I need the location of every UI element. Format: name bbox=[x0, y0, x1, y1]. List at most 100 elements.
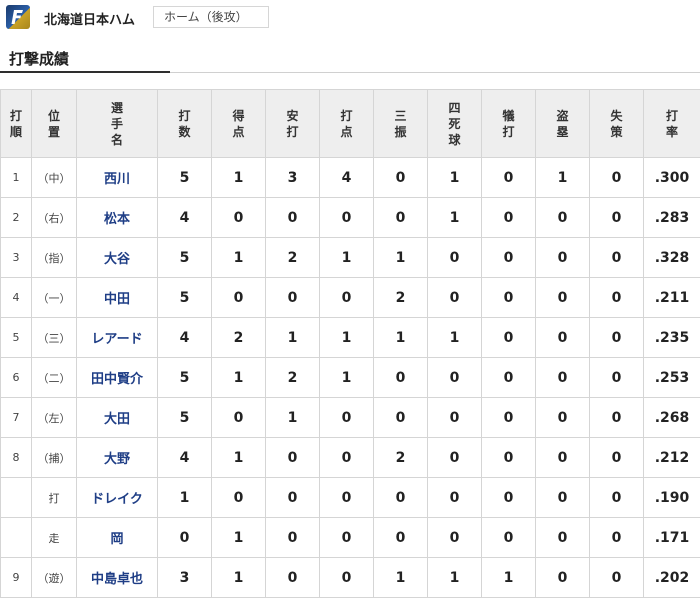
at-bats-cell: 4 bbox=[157, 317, 212, 358]
errors-cell: 0 bbox=[589, 517, 644, 558]
sacrifice-cell: 0 bbox=[481, 157, 536, 198]
strikeouts-cell: 0 bbox=[373, 477, 428, 518]
position-cell: （遊） bbox=[31, 557, 77, 598]
player-name-link[interactable]: 大田 bbox=[76, 397, 158, 438]
strikeouts-cell: 0 bbox=[373, 397, 428, 438]
column-header: 失策 bbox=[589, 89, 644, 158]
runs-cell: 1 bbox=[211, 517, 266, 558]
sacrifice-cell: 0 bbox=[481, 197, 536, 238]
at-bats-cell: 5 bbox=[157, 277, 212, 318]
player-name-link[interactable]: 大谷 bbox=[76, 237, 158, 278]
strikeouts-cell: 1 bbox=[373, 557, 428, 598]
column-header: 得点 bbox=[211, 89, 266, 158]
runs-cell: 0 bbox=[211, 477, 266, 518]
rbi-cell: 0 bbox=[319, 277, 374, 318]
hits-cell: 1 bbox=[265, 317, 320, 358]
sacrifice-cell: 1 bbox=[481, 557, 536, 598]
player-name-link[interactable]: 中田 bbox=[76, 277, 158, 318]
player-name-link[interactable]: 松本 bbox=[76, 197, 158, 238]
walks-cell: 0 bbox=[427, 437, 482, 478]
position-cell: （中） bbox=[31, 157, 77, 198]
errors-cell: 0 bbox=[589, 197, 644, 238]
player-name-link[interactable]: ドレイク bbox=[76, 477, 158, 518]
hits-cell: 3 bbox=[265, 157, 320, 198]
stolen-bases-cell: 0 bbox=[535, 557, 590, 598]
runs-cell: 1 bbox=[211, 357, 266, 398]
errors-cell: 0 bbox=[589, 237, 644, 278]
batting-order-cell: 3 bbox=[0, 237, 32, 278]
batting-average-cell: .171 bbox=[643, 517, 700, 558]
column-header: 位置 bbox=[31, 89, 77, 158]
sacrifice-cell: 0 bbox=[481, 357, 536, 398]
table-row: 1 （中） 西川 5 1 3 4 0 1 0 1 0.300 bbox=[0, 157, 700, 198]
player-name-link[interactable]: 大野 bbox=[76, 437, 158, 478]
stolen-bases-cell: 0 bbox=[535, 517, 590, 558]
strikeouts-cell: 1 bbox=[373, 237, 428, 278]
table-row: 8 （捕） 大野 4 1 0 0 2 0 0 0 0.212 bbox=[0, 437, 700, 478]
table-row: 4 （一） 中田 5 0 0 0 2 0 0 0 0.211 bbox=[0, 277, 700, 318]
table-row: 6 （二） 田中賢介 5 1 2 1 0 0 0 0 0.253 bbox=[0, 357, 700, 398]
table-row: 3 （指） 大谷 5 1 2 1 1 0 0 0 0.328 bbox=[0, 237, 700, 278]
walks-cell: 0 bbox=[427, 517, 482, 558]
player-name-link[interactable]: 岡 bbox=[76, 517, 158, 558]
rbi-cell: 4 bbox=[319, 157, 374, 198]
batting-average-cell: .253 bbox=[643, 357, 700, 398]
stolen-bases-cell: 0 bbox=[535, 477, 590, 518]
column-header: 打率 bbox=[643, 89, 700, 158]
rbi-cell: 0 bbox=[319, 517, 374, 558]
home-away-label: ホーム（後攻） bbox=[153, 6, 269, 28]
player-name-link[interactable]: レアード bbox=[76, 317, 158, 358]
rbi-cell: 1 bbox=[319, 237, 374, 278]
player-name-link[interactable]: 田中賢介 bbox=[76, 357, 158, 398]
strikeouts-cell: 2 bbox=[373, 437, 428, 478]
position-cell: 走 bbox=[31, 517, 77, 558]
walks-cell: 1 bbox=[427, 317, 482, 358]
table-row: 5 （三） レアード 4 2 1 1 1 1 0 0 0.235 bbox=[0, 317, 700, 358]
team-name: 北海道日本ハム bbox=[44, 13, 136, 28]
at-bats-cell: 4 bbox=[157, 437, 212, 478]
stolen-bases-cell: 0 bbox=[535, 437, 590, 478]
hits-cell: 0 bbox=[265, 517, 320, 558]
walks-cell: 1 bbox=[427, 157, 482, 198]
strikeouts-cell: 0 bbox=[373, 197, 428, 238]
batting-average-cell: .300 bbox=[643, 157, 700, 198]
batting-average-cell: .268 bbox=[643, 397, 700, 438]
table-row: 7 （左） 大田 5 0 1 0 0 0 0 0 0.268 bbox=[0, 397, 700, 438]
runs-cell: 2 bbox=[211, 317, 266, 358]
position-cell: （左） bbox=[31, 397, 77, 438]
errors-cell: 0 bbox=[589, 317, 644, 358]
section-title: 打撃成績 bbox=[9, 50, 70, 68]
position-cell: 打 bbox=[31, 477, 77, 518]
runs-cell: 0 bbox=[211, 397, 266, 438]
player-name-link[interactable]: 西川 bbox=[76, 157, 158, 198]
hits-cell: 1 bbox=[265, 397, 320, 438]
batting-order-cell: 6 bbox=[0, 357, 32, 398]
position-cell: （捕） bbox=[31, 437, 77, 478]
strikeouts-cell: 2 bbox=[373, 277, 428, 318]
stolen-bases-cell: 0 bbox=[535, 357, 590, 398]
errors-cell: 0 bbox=[589, 477, 644, 518]
hits-cell: 0 bbox=[265, 277, 320, 318]
batting-order-cell: 7 bbox=[0, 397, 32, 438]
rbi-cell: 0 bbox=[319, 437, 374, 478]
table-row: 走岡 0 1 0 0 0 0 0 0 0.171 bbox=[0, 517, 700, 558]
batting-average-cell: .235 bbox=[643, 317, 700, 358]
batting-order-cell bbox=[0, 517, 32, 558]
stolen-bases-cell: 0 bbox=[535, 277, 590, 318]
position-cell: （右） bbox=[31, 197, 77, 238]
hits-cell: 0 bbox=[265, 437, 320, 478]
walks-cell: 0 bbox=[427, 357, 482, 398]
player-name-link[interactable]: 中島卓也 bbox=[76, 557, 158, 598]
column-header: 安打 bbox=[265, 89, 320, 158]
at-bats-cell: 3 bbox=[157, 557, 212, 598]
walks-cell: 0 bbox=[427, 397, 482, 438]
at-bats-cell: 5 bbox=[157, 357, 212, 398]
sacrifice-cell: 0 bbox=[481, 237, 536, 278]
stolen-bases-cell: 0 bbox=[535, 317, 590, 358]
table-row: 9 （遊） 中島卓也 3 1 0 0 1 1 1 0 0.202 bbox=[0, 557, 700, 598]
runs-cell: 0 bbox=[211, 277, 266, 318]
batting-average-cell: .190 bbox=[643, 477, 700, 518]
hits-cell: 2 bbox=[265, 237, 320, 278]
fighters-logo-icon bbox=[6, 5, 30, 29]
table-row: 打ドレイク 1 0 0 0 0 0 0 0 0.190 bbox=[0, 477, 700, 518]
